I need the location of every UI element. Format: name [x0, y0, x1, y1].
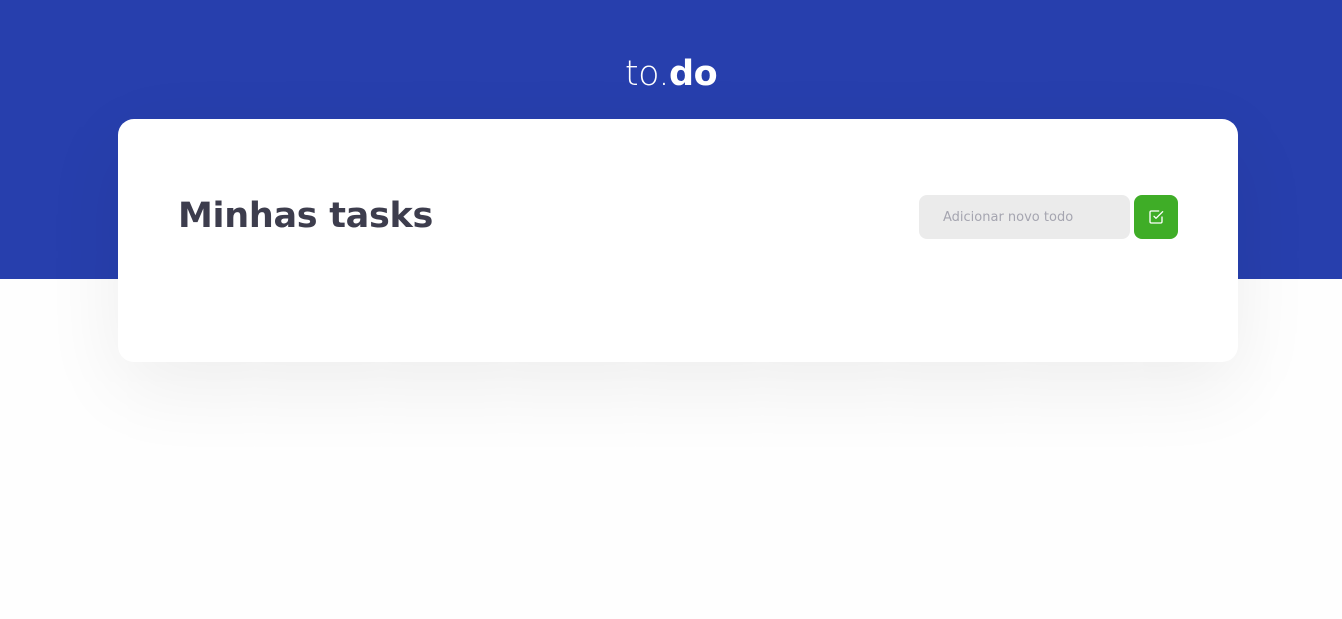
- app-logo: to.do: [0, 52, 1342, 96]
- new-todo-input[interactable]: [919, 195, 1130, 239]
- add-todo-button[interactable]: [1134, 195, 1178, 239]
- new-todo-form: [919, 195, 1178, 239]
- check-square-icon: [1148, 209, 1164, 225]
- page-title: Minhas tasks: [178, 196, 433, 236]
- logo-suffix: do: [669, 54, 718, 94]
- tasks-card: Minhas tasks: [118, 119, 1238, 362]
- logo-prefix: to.: [624, 54, 670, 94]
